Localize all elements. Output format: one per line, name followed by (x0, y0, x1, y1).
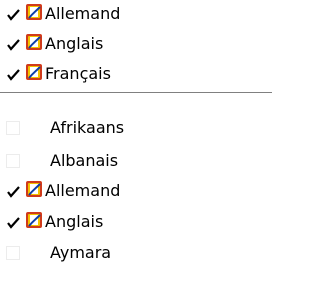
checkmark-icon[interactable] (7, 69, 20, 82)
list-item-label: Allemand (45, 4, 121, 23)
list-item-francais[interactable]: Français (0, 60, 272, 88)
list-item-label: Afrikaans (50, 118, 125, 137)
list-item-afrikaans[interactable]: Afrikaans (0, 114, 272, 142)
section-separator (0, 92, 272, 94)
book-language-icon (26, 4, 42, 20)
list-item-anglais[interactable]: Anglais (0, 208, 272, 236)
list-item-label: Allemand (45, 181, 121, 200)
list-item-label: Aymara (50, 243, 112, 262)
checkbox-empty[interactable] (6, 121, 20, 135)
book-language-icon (26, 64, 42, 80)
list-item-label: Anglais (45, 34, 104, 53)
list-item-label: Français (45, 64, 111, 83)
checkbox-empty[interactable] (6, 246, 20, 260)
list-item-label: Albanais (50, 151, 119, 170)
book-language-icon (26, 212, 42, 228)
checkbox-empty[interactable] (6, 154, 20, 168)
checkmark-icon[interactable] (7, 9, 20, 22)
checkmark-icon[interactable] (7, 39, 20, 52)
list-item-label: Anglais (45, 212, 104, 231)
list-item-albanais[interactable]: Albanais (0, 147, 272, 175)
language-list[interactable]: Allemand Anglais Français Afrikaans Alba… (0, 0, 272, 283)
list-item-anglais[interactable]: Anglais (0, 30, 272, 58)
checkmark-icon[interactable] (7, 186, 20, 199)
list-item-allemand[interactable]: Allemand (0, 0, 272, 28)
book-language-icon (26, 34, 42, 50)
list-item-aymara[interactable]: Aymara (0, 239, 272, 267)
list-item-allemand[interactable]: Allemand (0, 177, 272, 205)
book-language-icon (26, 181, 42, 197)
checkmark-icon[interactable] (7, 217, 20, 230)
